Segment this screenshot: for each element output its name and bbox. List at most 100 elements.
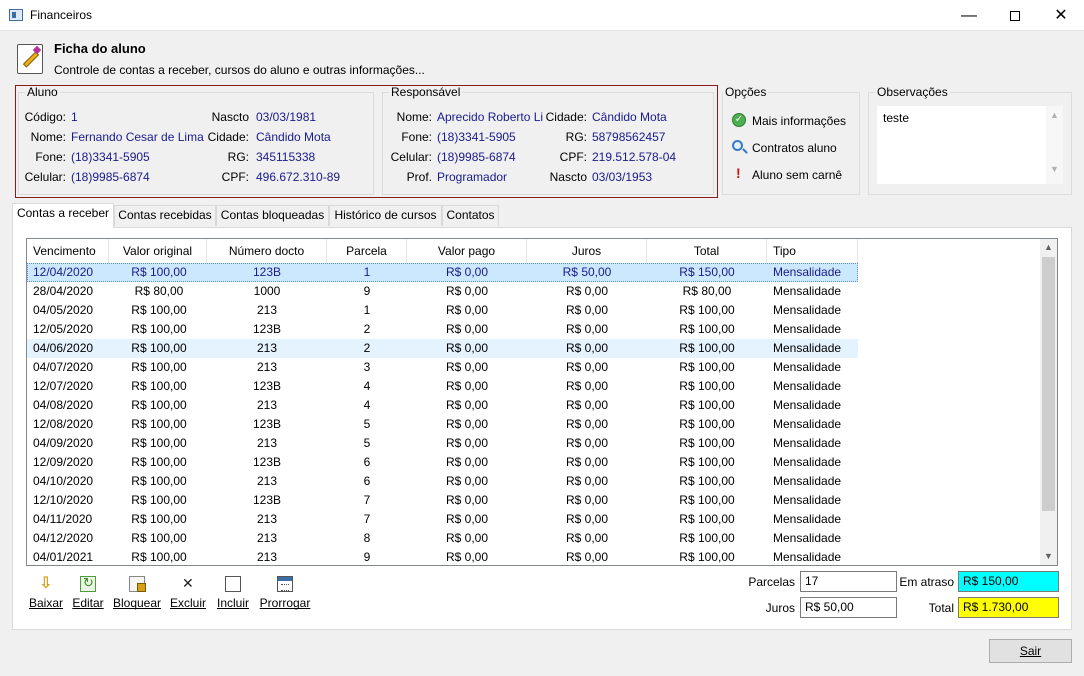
em-atraso-label: Em atraso: [899, 575, 954, 589]
table-row[interactable]: 04/06/2020 R$ 100,00 213 2 R$ 0,00 R$ 0,00 R$ …: [27, 339, 858, 358]
table-row[interactable]: 04/07/2020 R$ 100,00 213 3 R$ 0,00 R$ 0,00 R$ …: [27, 358, 858, 377]
table-cell-juros: R$ 0,00: [565, 455, 609, 469]
observacoes-text: teste: [883, 111, 910, 125]
table-cell-juros: R$ 0,00: [565, 531, 609, 545]
table-row[interactable]: 04/05/2020 R$ 100,00 213 1 R$ 0,00 R$ 0,00 R$ …: [27, 301, 858, 320]
incluir-label: Incluir: [216, 596, 249, 610]
tab-contas-bloqueadas[interactable]: Contas bloqueadas: [216, 205, 329, 226]
minimize-button[interactable]: —: [946, 0, 992, 31]
col-juros[interactable]: Juros: [527, 239, 647, 263]
table-cell-total: R$ 100,00: [679, 474, 735, 488]
table-cell-total: R$ 100,00: [679, 417, 735, 431]
prorrogar-button[interactable]: Prorrogar: [259, 576, 311, 614]
scroll-up-icon[interactable]: ▲: [1046, 110, 1063, 120]
col-tipo[interactable]: Tipo: [773, 239, 858, 263]
table-row[interactable]: 12/08/2020 R$ 100,00 123B 5 R$ 0,00 R$ 0,00 R$…: [27, 415, 858, 434]
table-cell-total: R$ 100,00: [679, 436, 735, 450]
parcelas-field[interactable]: 17: [800, 571, 897, 592]
window-title: Financeiros: [30, 8, 93, 22]
sair-label: Sair: [1019, 644, 1042, 658]
table-cell-total: R$ 100,00: [679, 398, 735, 412]
aluno-fone-label: Fone:: [35, 150, 66, 164]
table-cell-juros: R$ 0,00: [565, 284, 609, 298]
col-vencimento[interactable]: Vencimento: [33, 239, 109, 263]
calendar-icon: [277, 576, 293, 592]
table-cell-valor-original: R$ 100,00: [131, 379, 187, 393]
parcelas-label: Parcelas: [748, 575, 795, 589]
table-row[interactable]: 04/09/2020 R$ 100,00 213 5 R$ 0,00 R$ 0,00 R$ …: [27, 434, 858, 453]
tab-contas-a-receber[interactable]: Contas a receber: [12, 203, 114, 228]
table-cell-parcela: 9: [363, 550, 371, 564]
aluno-celular-value: (18)9985-6874: [71, 170, 150, 184]
sair-button[interactable]: Sair: [989, 639, 1072, 663]
scroll-down-arrow-icon[interactable]: ▼: [1040, 548, 1057, 565]
juros-field[interactable]: R$ 50,00: [800, 597, 897, 618]
baixar-button[interactable]: Baixar: [29, 573, 63, 614]
scroll-down-icon[interactable]: ▼: [1046, 164, 1063, 174]
col-numero-docto[interactable]: Número docto: [207, 239, 327, 263]
tab-historico-de-cursos[interactable]: Histórico de cursos: [329, 205, 442, 226]
col-parcela[interactable]: Parcela: [327, 239, 407, 263]
total-label: Total: [928, 601, 954, 615]
table-cell-parcela: 6: [363, 455, 371, 469]
table-cell-valor-pago: R$ 0,00: [445, 379, 489, 393]
mais-informacoes-label[interactable]: Mais informações: [752, 114, 846, 128]
col-valor-original[interactable]: Valor original: [109, 239, 207, 263]
table-row[interactable]: 04/10/2020 R$ 100,00 213 6 R$ 0,00 R$ 0,00 R$ …: [27, 472, 858, 491]
table-cell-valor-pago: R$ 0,00: [445, 512, 489, 526]
table-cell-total: R$ 100,00: [679, 493, 735, 507]
aluno-sem-carne-label[interactable]: Aluno sem carnê: [752, 168, 842, 182]
table-row[interactable]: 12/05/2020 R$ 100,00 123B 2 R$ 0,00 R$ 0,00 R$…: [27, 320, 858, 339]
contas-grid[interactable]: Vencimento Valor original Número docto P…: [26, 238, 1058, 566]
table-row[interactable]: 04/08/2020 R$ 100,00 213 4 R$ 0,00 R$ 0,00 R$ …: [27, 396, 858, 415]
title-bar: Financeiros — ✕: [0, 0, 1084, 31]
table-cell-valor-pago: R$ 0,00: [445, 284, 489, 298]
table-row[interactable]: 12/07/2020 R$ 100,00 123B 4 R$ 0,00 R$ 0,00 R$…: [27, 377, 858, 396]
table-cell-numero-docto: 123B: [252, 417, 282, 431]
excluir-button[interactable]: Excluir: [169, 575, 207, 614]
maximize-icon: [1010, 10, 1020, 21]
col-total[interactable]: Total: [647, 239, 767, 263]
table-row[interactable]: 04/11/2020 R$ 100,00 213 7 R$ 0,00 R$ 0,00 R$ …: [27, 510, 858, 529]
table-cell-juros: R$ 0,00: [565, 341, 609, 355]
table-row[interactable]: 04/01/2021 R$ 100,00 213 9 R$ 0,00 R$ 0,00 R$ …: [27, 548, 858, 565]
close-button[interactable]: ✕: [1038, 0, 1084, 31]
opcoes-legend: Opções: [723, 85, 769, 99]
bloquear-button[interactable]: Bloquear: [112, 576, 162, 614]
table-cell-tipo: Mensalidade: [773, 360, 842, 374]
table-row[interactable]: 28/04/2020 R$ 80,00 1000 9 R$ 0,00 R$ 0,00 R$ …: [27, 282, 858, 301]
table-cell-valor-original: R$ 100,00: [131, 512, 187, 526]
table-cell-juros: R$ 0,00: [565, 303, 609, 317]
observacoes-legend: Observações: [875, 85, 950, 99]
total-field[interactable]: R$ 1.730,00: [958, 597, 1059, 618]
table-row[interactable]: 12/04/2020 R$ 100,00 123B 1 R$ 0,00 R$ 50,00 R…: [27, 263, 858, 282]
observacoes-scrollbar[interactable]: ▲ ▼: [1046, 106, 1063, 184]
resp-nascto-value: 03/03/1953: [592, 170, 653, 184]
resp-rg-label: RG:: [565, 130, 587, 144]
table-cell-parcela: 9: [363, 284, 371, 298]
aluno-rg-label: RG:: [227, 150, 249, 164]
observacoes-textarea[interactable]: teste ▲ ▼: [876, 105, 1064, 185]
grid-vertical-scrollbar[interactable]: ▲ ▼: [1040, 239, 1057, 565]
scroll-up-arrow-icon[interactable]: ▲: [1040, 239, 1057, 256]
table-cell-valor-original: R$ 100,00: [131, 531, 187, 545]
editar-button[interactable]: Editar: [71, 575, 105, 614]
em-atraso-field[interactable]: R$ 150,00: [958, 571, 1059, 592]
table-cell-juros: R$ 0,00: [565, 493, 609, 507]
maximize-button[interactable]: [992, 0, 1038, 31]
incluir-button[interactable]: Incluir: [214, 576, 252, 614]
aluno-rg-value: 345115338: [256, 150, 316, 164]
aluno-codigo-label: Código:: [24, 110, 66, 124]
table-row[interactable]: 04/12/2020 R$ 100,00 213 8 R$ 0,00 R$ 0,00 R$ …: [27, 529, 858, 548]
scrollbar-thumb[interactable]: [1042, 257, 1055, 511]
table-cell-valor-pago: R$ 0,00: [445, 417, 489, 431]
col-valor-pago[interactable]: Valor pago: [407, 239, 527, 263]
arrow-down-icon: [38, 573, 54, 593]
tab-contas-recebidas[interactable]: Contas recebidas: [114, 205, 216, 226]
table-cell-valor-original: R$ 100,00: [131, 265, 187, 279]
table-cell-tipo: Mensalidade: [773, 265, 842, 279]
table-row[interactable]: 12/09/2020 R$ 100,00 123B 6 R$ 0,00 R$ 0,00 R$…: [27, 453, 858, 472]
table-row[interactable]: 12/10/2020 R$ 100,00 123B 7 R$ 0,00 R$ 0,00 R$…: [27, 491, 858, 510]
contratos-aluno-label[interactable]: Contratos aluno: [752, 141, 837, 155]
tab-contatos[interactable]: Contatos: [442, 205, 499, 226]
